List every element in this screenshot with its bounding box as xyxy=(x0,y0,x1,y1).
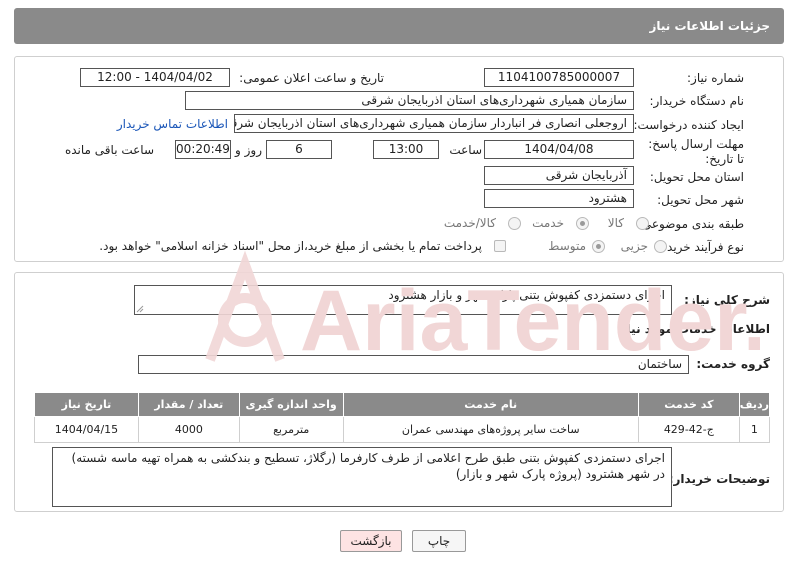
process-radio-medium[interactable] xyxy=(592,240,605,253)
col-date: تاریخ نیاز xyxy=(34,392,139,417)
province-field: آذربایجان شرقی xyxy=(484,166,634,185)
category-label: طبقه بندی موضوعی: xyxy=(637,217,744,231)
category-option-service: خدمت xyxy=(532,216,564,230)
remaining-days-field: 6 xyxy=(266,140,332,159)
service-group-field: ساختمان xyxy=(138,355,689,374)
summary-textarea[interactable]: اجرای دستمزدی کفپوش بتنی پارک شهر و بازا… xyxy=(134,285,672,315)
cell-unit: مترمربع xyxy=(238,416,344,443)
buyer-contact-link[interactable]: اطلاعات تماس خریدار xyxy=(117,117,228,131)
cell-code: ج-42-429 xyxy=(637,416,740,443)
process-option-minor: جزیی xyxy=(620,239,648,253)
process-option-medium: متوسط xyxy=(548,239,586,253)
need-number-field: 1104100785000007 xyxy=(484,68,634,87)
col-row: ردیف xyxy=(738,392,771,417)
deadline-date-field: 1404/04/08 xyxy=(484,140,634,159)
requester-field: اروجعلی انصاری فر انباردار سازمان همیاری… xyxy=(234,114,634,133)
category-radio-goods[interactable] xyxy=(636,217,649,230)
buyer-org-label: نام دستگاه خریدار: xyxy=(649,94,745,108)
category-radio-goods-service[interactable] xyxy=(508,217,521,230)
print-button[interactable]: چاپ xyxy=(412,530,466,552)
cell-name: ساخت سایر پروژه‌های مهندسی عمران xyxy=(342,416,639,443)
table-header-row: ردیف کد خدمت نام خدمت واحد اندازه گیری ت… xyxy=(34,392,771,417)
summary-label: شرح کلی نیاز: xyxy=(684,293,770,307)
table-row: 1 ج-42-429 ساخت سایر پروژه‌های مهندسی عم… xyxy=(34,416,771,443)
deadline-label: مهلت ارسال پاسخ: تا تاریخ: xyxy=(648,137,744,166)
page-title: جزئیات اطلاعات نیاز xyxy=(14,8,784,44)
col-qty: تعداد / مقدار xyxy=(137,392,240,417)
deadline-time-field: 13:00 xyxy=(373,140,439,159)
treasury-checkbox[interactable] xyxy=(494,240,506,252)
buyer-notes-textarea[interactable]: اجرای دستمزدی کفپوش بتنی طبق طرح اعلامی … xyxy=(52,447,672,507)
category-option-goods-service: کالا/خدمت xyxy=(443,216,496,230)
province-label: استان محل تحویل: xyxy=(649,170,744,184)
announce-label: تاریخ و ساعت اعلان عمومی: xyxy=(239,71,384,85)
deadline-time-label: ساعت xyxy=(449,143,482,157)
city-label: شهر محل تحویل: xyxy=(657,193,744,207)
col-name: نام خدمت xyxy=(342,392,639,417)
remaining-time-label: ساعت باقی مانده xyxy=(64,143,154,157)
buyer-notes-label: توضیحات خریدار: xyxy=(668,472,770,486)
cell-qty: 4000 xyxy=(137,416,240,443)
category-radio-service[interactable] xyxy=(576,217,589,230)
category-option-goods: کالا xyxy=(607,216,624,230)
treasury-note: پرداخت تمام یا بخشی از مبلغ خرید،از محل … xyxy=(99,239,482,253)
cell-row: 1 xyxy=(738,416,771,443)
need-number-label: شماره نیاز: xyxy=(687,71,744,85)
requester-label: ایجاد کننده درخواست: xyxy=(633,118,744,132)
back-button[interactable]: بازگشت xyxy=(340,530,402,552)
summary-resize-icon[interactable] xyxy=(136,305,144,313)
buyer-org-field: سازمان همیاری شهرداری‌های استان اذربایجا… xyxy=(185,91,634,110)
process-label: نوع فرآیند خرید : xyxy=(659,240,744,254)
announce-field: 1404/04/02 - 12:00 xyxy=(80,68,230,87)
cell-date: 1404/04/15 xyxy=(34,416,139,443)
service-group-label: گروه خدمت: xyxy=(696,357,770,371)
city-field: هشترود xyxy=(484,189,634,208)
remaining-days-label: روز و xyxy=(235,143,262,157)
remaining-time-field: 00:20:49 xyxy=(175,140,231,159)
col-unit: واحد اندازه گیری xyxy=(238,392,344,417)
col-code: کد خدمت xyxy=(637,392,740,417)
services-section-title: اطلاعات خدمات مورد نیاز xyxy=(619,322,770,336)
process-radio-minor[interactable] xyxy=(654,240,667,253)
services-table: ردیف کد خدمت نام خدمت واحد اندازه گیری ت… xyxy=(34,392,771,443)
